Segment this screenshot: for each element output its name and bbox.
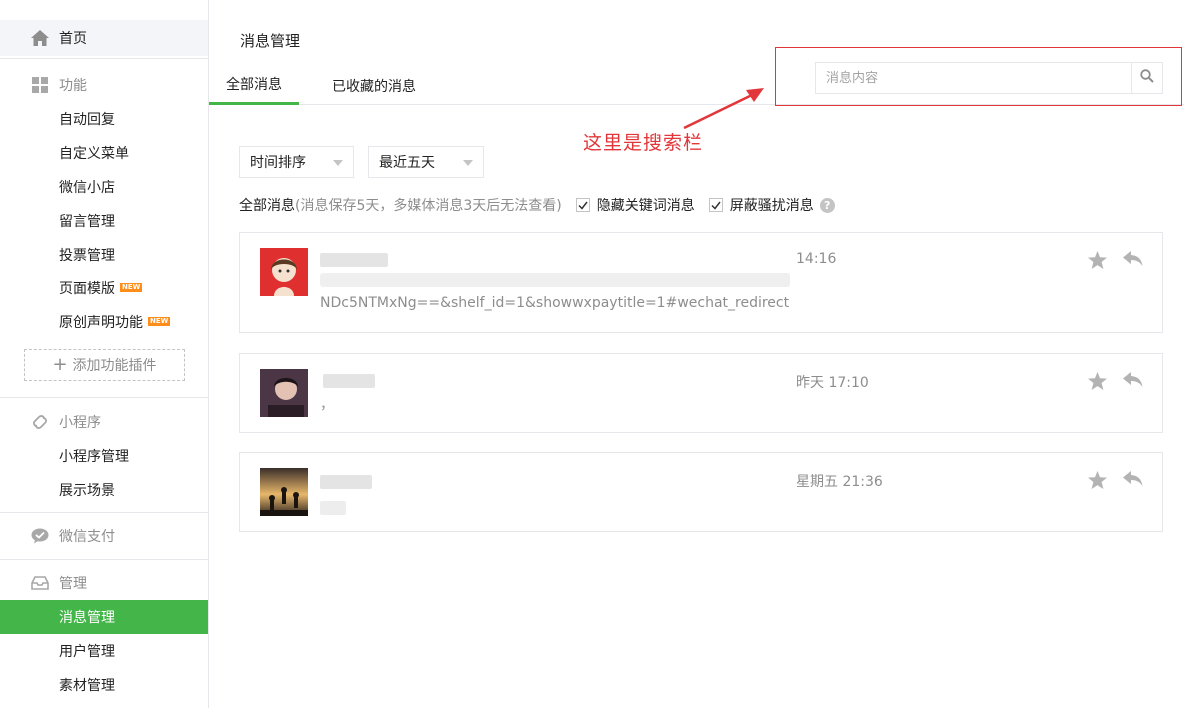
sort-dropdown-value: 时间排序: [250, 155, 306, 171]
star-icon[interactable]: [1088, 372, 1107, 394]
new-badge: NEW: [120, 282, 143, 292]
sidebar: 首页 功能 自动回复 自定义菜单 微信小店 留言管理 投票管理 页面模版 NEW…: [0, 0, 209, 708]
caret-down-icon: [463, 160, 473, 166]
divider: [0, 397, 208, 398]
sidebar-section-features: 功能: [0, 67, 208, 103]
wechat-pay-icon: [30, 526, 50, 546]
add-plugin-button[interactable]: + 添加功能插件: [24, 349, 185, 381]
section-label: 功能: [59, 78, 87, 94]
hide-keyword-checkbox[interactable]: 隐藏关键词消息: [575, 195, 695, 215]
sidebar-item-original-declaration[interactable]: 原创声明功能 NEW: [0, 305, 208, 339]
star-icon[interactable]: [1088, 471, 1107, 493]
help-icon[interactable]: ?: [819, 197, 835, 213]
tab-all-messages[interactable]: 全部消息: [209, 66, 299, 105]
sidebar-item-voting[interactable]: 投票管理: [0, 238, 208, 272]
sidebar-item-material-manage[interactable]: 素材管理: [0, 668, 208, 702]
avatar[interactable]: [260, 468, 308, 516]
message-item[interactable]: 星期五 21:36: [239, 452, 1163, 532]
sidebar-item-label: 微信小店: [59, 180, 115, 196]
sidebar-item-label: 首页: [59, 31, 87, 47]
checkbox-label: 屏蔽骚扰消息: [729, 198, 814, 214]
annotation-text: 这里是搜索栏: [583, 132, 704, 154]
message-content: NDc5NTMxNg==&shelf_id=1&showwxpaytitle=1…: [320, 295, 790, 311]
sidebar-item-label: 原创声明功能: [59, 315, 143, 331]
sender-name-blurred: [323, 374, 375, 388]
message-item[interactable]: 14:16 NDc5NTMxNg==&shelf_id=1&showwxpayt…: [239, 232, 1163, 333]
message-content: ，: [320, 397, 334, 413]
sidebar-item-home[interactable]: 首页: [0, 20, 208, 56]
sidebar-item-label: 留言管理: [59, 214, 115, 230]
reply-icon[interactable]: [1123, 471, 1143, 491]
sidebar-item-label: 小程序管理: [59, 449, 129, 465]
sidebar-item-label: 自定义菜单: [59, 146, 129, 162]
sidebar-item-label: 展示场景: [59, 483, 115, 499]
link-icon: [30, 412, 50, 432]
checkbox-box: [575, 198, 590, 212]
range-dropdown[interactable]: 最近五天: [368, 146, 484, 178]
info-label: 全部消息: [239, 198, 295, 214]
reply-icon[interactable]: [1123, 372, 1143, 392]
message-time: 昨天 17:10: [796, 375, 869, 391]
check-icon: [578, 201, 588, 210]
grid-icon: [30, 75, 50, 95]
message-time: 14:16: [796, 251, 837, 267]
sidebar-item-auto-reply[interactable]: 自动回复: [0, 102, 208, 136]
sidebar-item-label: 微信支付: [59, 529, 115, 545]
inbox-icon: [30, 573, 50, 593]
page-title: 消息管理: [240, 32, 301, 50]
plus-icon: +: [52, 354, 68, 375]
divider: [0, 58, 208, 59]
sender-name-blurred: [320, 475, 372, 489]
message-time: 星期五 21:36: [796, 474, 883, 490]
sidebar-item-wechat-pay[interactable]: 微信支付: [0, 518, 208, 554]
sidebar-item-label: 用户管理: [59, 644, 115, 660]
sidebar-item-user-manage[interactable]: 用户管理: [0, 634, 208, 668]
check-icon: [711, 201, 721, 210]
sort-dropdown[interactable]: 时间排序: [239, 146, 354, 178]
sidebar-item-miniprogram-manage[interactable]: 小程序管理: [0, 439, 208, 473]
message-content-blurred: [320, 501, 346, 515]
avatar[interactable]: [260, 369, 308, 417]
sidebar-item-comments[interactable]: 留言管理: [0, 204, 208, 238]
star-icon[interactable]: [1088, 251, 1107, 273]
sender-name-blurred: [320, 253, 388, 267]
message-content-blurred: [320, 273, 790, 287]
sidebar-item-page-template[interactable]: 页面模版 NEW: [0, 271, 208, 305]
section-label: 小程序: [59, 415, 101, 431]
message-filter-row: 全部消息 (消息保存5天，多媒体消息3天后无法查看) 隐藏关键词消息 屏蔽骚扰消…: [239, 194, 835, 216]
sidebar-item-label: 自动回复: [59, 112, 115, 128]
divider: [0, 512, 208, 513]
sidebar-item-display-scene[interactable]: 展示场景: [0, 473, 208, 507]
tab-starred-messages[interactable]: 已收藏的消息: [314, 66, 434, 105]
reply-icon[interactable]: [1123, 251, 1143, 271]
sidebar-section-manage: 管理: [0, 565, 208, 601]
sidebar-item-custom-menu[interactable]: 自定义菜单: [0, 136, 208, 170]
sidebar-item-label: 素材管理: [59, 678, 115, 694]
sidebar-item-message-manage[interactable]: 消息管理: [0, 600, 208, 634]
info-note: (消息保存5天，多媒体消息3天后无法查看): [295, 198, 562, 214]
range-dropdown-value: 最近五天: [379, 155, 435, 171]
sidebar-item-label: 消息管理: [59, 610, 115, 626]
add-plugin-label: 添加功能插件: [72, 358, 157, 374]
section-label: 管理: [59, 576, 87, 592]
new-badge: NEW: [148, 316, 171, 326]
message-item[interactable]: 昨天 17:10 ，: [239, 353, 1163, 433]
divider: [0, 559, 208, 560]
sidebar-item-label: 页面模版: [59, 281, 115, 297]
checkbox-label: 隐藏关键词消息: [596, 198, 695, 214]
block-spam-checkbox[interactable]: 屏蔽骚扰消息: [708, 195, 814, 215]
sidebar-item-label: 投票管理: [59, 248, 115, 264]
sidebar-section-miniprogram: 小程序: [0, 404, 208, 440]
sidebar-item-wechat-shop[interactable]: 微信小店: [0, 170, 208, 204]
home-icon: [30, 28, 50, 48]
avatar[interactable]: [260, 248, 308, 296]
caret-down-icon: [333, 160, 343, 166]
checkbox-box: [708, 198, 723, 212]
annotation-box: [775, 47, 1182, 106]
